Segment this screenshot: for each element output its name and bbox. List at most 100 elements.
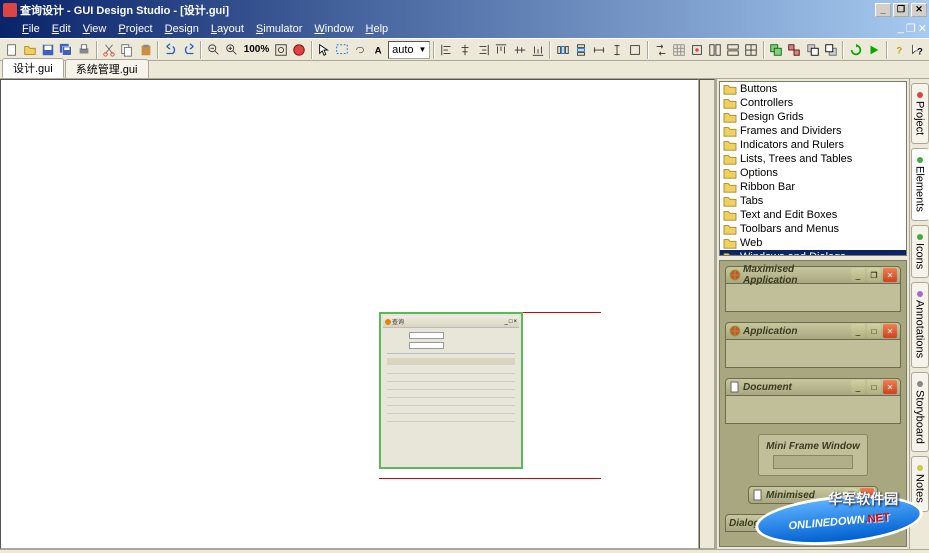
vtab-annotations[interactable]: Annotations bbox=[911, 282, 929, 367]
menu-help[interactable]: Help bbox=[360, 21, 395, 37]
grid-button[interactable] bbox=[670, 40, 687, 60]
tab-design[interactable]: 设计.gui bbox=[2, 58, 64, 78]
run-button[interactable] bbox=[865, 40, 882, 60]
category-web[interactable]: Web bbox=[720, 236, 906, 250]
same-height-button[interactable] bbox=[609, 40, 626, 60]
help-button[interactable]: ? bbox=[891, 40, 908, 60]
category-buttons[interactable]: Buttons bbox=[720, 82, 906, 96]
menu-window[interactable]: Window bbox=[308, 21, 359, 37]
pointer-button[interactable] bbox=[316, 40, 333, 60]
ungroup-button[interactable] bbox=[786, 40, 803, 60]
bring-front-button[interactable] bbox=[804, 40, 821, 60]
mdi-restore-button[interactable]: ❐ bbox=[906, 22, 916, 35]
new-button[interactable] bbox=[3, 40, 20, 60]
canvas-vertical-scrollbar[interactable] bbox=[699, 79, 715, 549]
restore-icon: ❐ bbox=[844, 488, 858, 502]
menu-view[interactable]: View bbox=[77, 21, 113, 37]
link-button[interactable] bbox=[352, 40, 369, 60]
category-label: Tabs bbox=[740, 195, 763, 207]
snap-button[interactable] bbox=[688, 40, 705, 60]
category-controllers[interactable]: Controllers bbox=[720, 96, 906, 110]
select-button[interactable] bbox=[334, 40, 351, 60]
minimize-button[interactable]: _ bbox=[875, 3, 891, 17]
print-button[interactable] bbox=[76, 40, 93, 60]
menu-edit[interactable]: Edit bbox=[46, 21, 77, 37]
zoom-fit-button[interactable] bbox=[272, 40, 289, 60]
category-lists[interactable]: Lists, Trees and Tables bbox=[720, 152, 906, 166]
save-button[interactable] bbox=[39, 40, 56, 60]
close-button[interactable]: ✕ bbox=[911, 3, 927, 17]
refresh-button[interactable] bbox=[847, 40, 864, 60]
context-help-button[interactable]: ? bbox=[909, 40, 926, 60]
guide-line-bottom[interactable] bbox=[379, 478, 601, 479]
vtab-icons[interactable]: Icons bbox=[911, 225, 929, 278]
align-bottom-button[interactable] bbox=[529, 40, 546, 60]
layout-c-button[interactable] bbox=[743, 40, 760, 60]
mock-title: 查询 bbox=[392, 317, 504, 326]
menu-simulator[interactable]: Simulator bbox=[250, 21, 308, 37]
redo-button[interactable] bbox=[180, 40, 197, 60]
zoom-in-button[interactable] bbox=[224, 40, 241, 60]
category-windows-dialogs[interactable]: Windows and Dialogs bbox=[720, 250, 906, 256]
element-application[interactable]: Application _ □ ✕ bbox=[725, 322, 901, 368]
category-tabs[interactable]: Tabs bbox=[720, 194, 906, 208]
category-design-grids[interactable]: Design Grids bbox=[720, 110, 906, 124]
distribute-h-button[interactable] bbox=[554, 40, 571, 60]
category-frames[interactable]: Frames and Dividers bbox=[720, 124, 906, 138]
menu-layout[interactable]: Layout bbox=[205, 21, 250, 37]
vtab-project[interactable]: Project bbox=[911, 83, 929, 144]
element-maximised-application[interactable]: Maximised Application _ ❐ ✕ bbox=[725, 266, 901, 312]
element-document[interactable]: Document _ □ ✕ bbox=[725, 378, 901, 424]
vtab-elements[interactable]: Elements bbox=[911, 148, 929, 221]
vtab-storyboard[interactable]: Storyboard bbox=[911, 372, 929, 453]
align-right-button[interactable] bbox=[475, 40, 492, 60]
open-button[interactable] bbox=[21, 40, 38, 60]
zoom-label[interactable]: 100% bbox=[242, 44, 272, 55]
text-button[interactable]: A bbox=[370, 40, 387, 60]
same-size-button[interactable] bbox=[627, 40, 644, 60]
align-top-button[interactable] bbox=[493, 40, 510, 60]
tab-sysmgr[interactable]: 系统管理.gui bbox=[65, 59, 149, 78]
category-options[interactable]: Options bbox=[720, 166, 906, 180]
category-text-edit[interactable]: Text and Edit Boxes bbox=[720, 208, 906, 222]
design-canvas[interactable]: 查询 _ □ × bbox=[0, 79, 699, 549]
element-mini-frame-window[interactable]: Mini Frame Window bbox=[758, 434, 868, 476]
saveall-button[interactable] bbox=[57, 40, 74, 60]
category-label: Design Grids bbox=[740, 111, 804, 123]
category-tree[interactable]: Buttons Controllers Design Grids Frames … bbox=[719, 81, 907, 256]
align-center-h-button[interactable] bbox=[457, 40, 474, 60]
zoom-actual-button[interactable] bbox=[290, 40, 307, 60]
copy-button[interactable] bbox=[119, 40, 136, 60]
align-left-button[interactable] bbox=[438, 40, 455, 60]
undo-button[interactable] bbox=[162, 40, 179, 60]
group-button[interactable] bbox=[768, 40, 785, 60]
category-ribbon[interactable]: Ribbon Bar bbox=[720, 180, 906, 194]
layout-b-button[interactable] bbox=[725, 40, 742, 60]
zoom-out-button[interactable] bbox=[205, 40, 222, 60]
svg-text:?: ? bbox=[917, 46, 923, 57]
element-preview-list[interactable]: Maximised Application _ ❐ ✕ Application … bbox=[719, 260, 907, 547]
category-toolbars-menus[interactable]: Toolbars and Menus bbox=[720, 222, 906, 236]
mdi-minimize-button[interactable]: _ bbox=[898, 22, 904, 35]
menu-file[interactable]: File bbox=[16, 21, 46, 37]
design-window-element[interactable]: 查询 _ □ × bbox=[379, 312, 523, 469]
layout-a-button[interactable] bbox=[706, 40, 723, 60]
resize-mode-dropdown[interactable]: auto ▼ bbox=[388, 41, 430, 59]
category-label: Indicators and Rulers bbox=[740, 139, 844, 151]
send-back-button[interactable] bbox=[822, 40, 839, 60]
vtab-notes[interactable]: Notes bbox=[911, 456, 929, 512]
menu-project[interactable]: Project bbox=[112, 21, 158, 37]
element-minimised[interactable]: Minimised ❐ ✕ bbox=[748, 486, 878, 504]
category-label: Web bbox=[740, 237, 762, 249]
tab-order-button[interactable] bbox=[652, 40, 669, 60]
same-width-button[interactable] bbox=[591, 40, 608, 60]
maximize-button[interactable]: ❐ bbox=[893, 3, 909, 17]
cut-button[interactable] bbox=[101, 40, 118, 60]
element-dialog[interactable]: Dialog bbox=[725, 514, 901, 532]
distribute-v-button[interactable] bbox=[572, 40, 589, 60]
menu-design[interactable]: Design bbox=[159, 21, 205, 37]
category-indicators[interactable]: Indicators and Rulers bbox=[720, 138, 906, 152]
paste-button[interactable] bbox=[137, 40, 154, 60]
mdi-close-button[interactable]: ✕ bbox=[918, 22, 927, 35]
align-center-v-button[interactable] bbox=[511, 40, 528, 60]
